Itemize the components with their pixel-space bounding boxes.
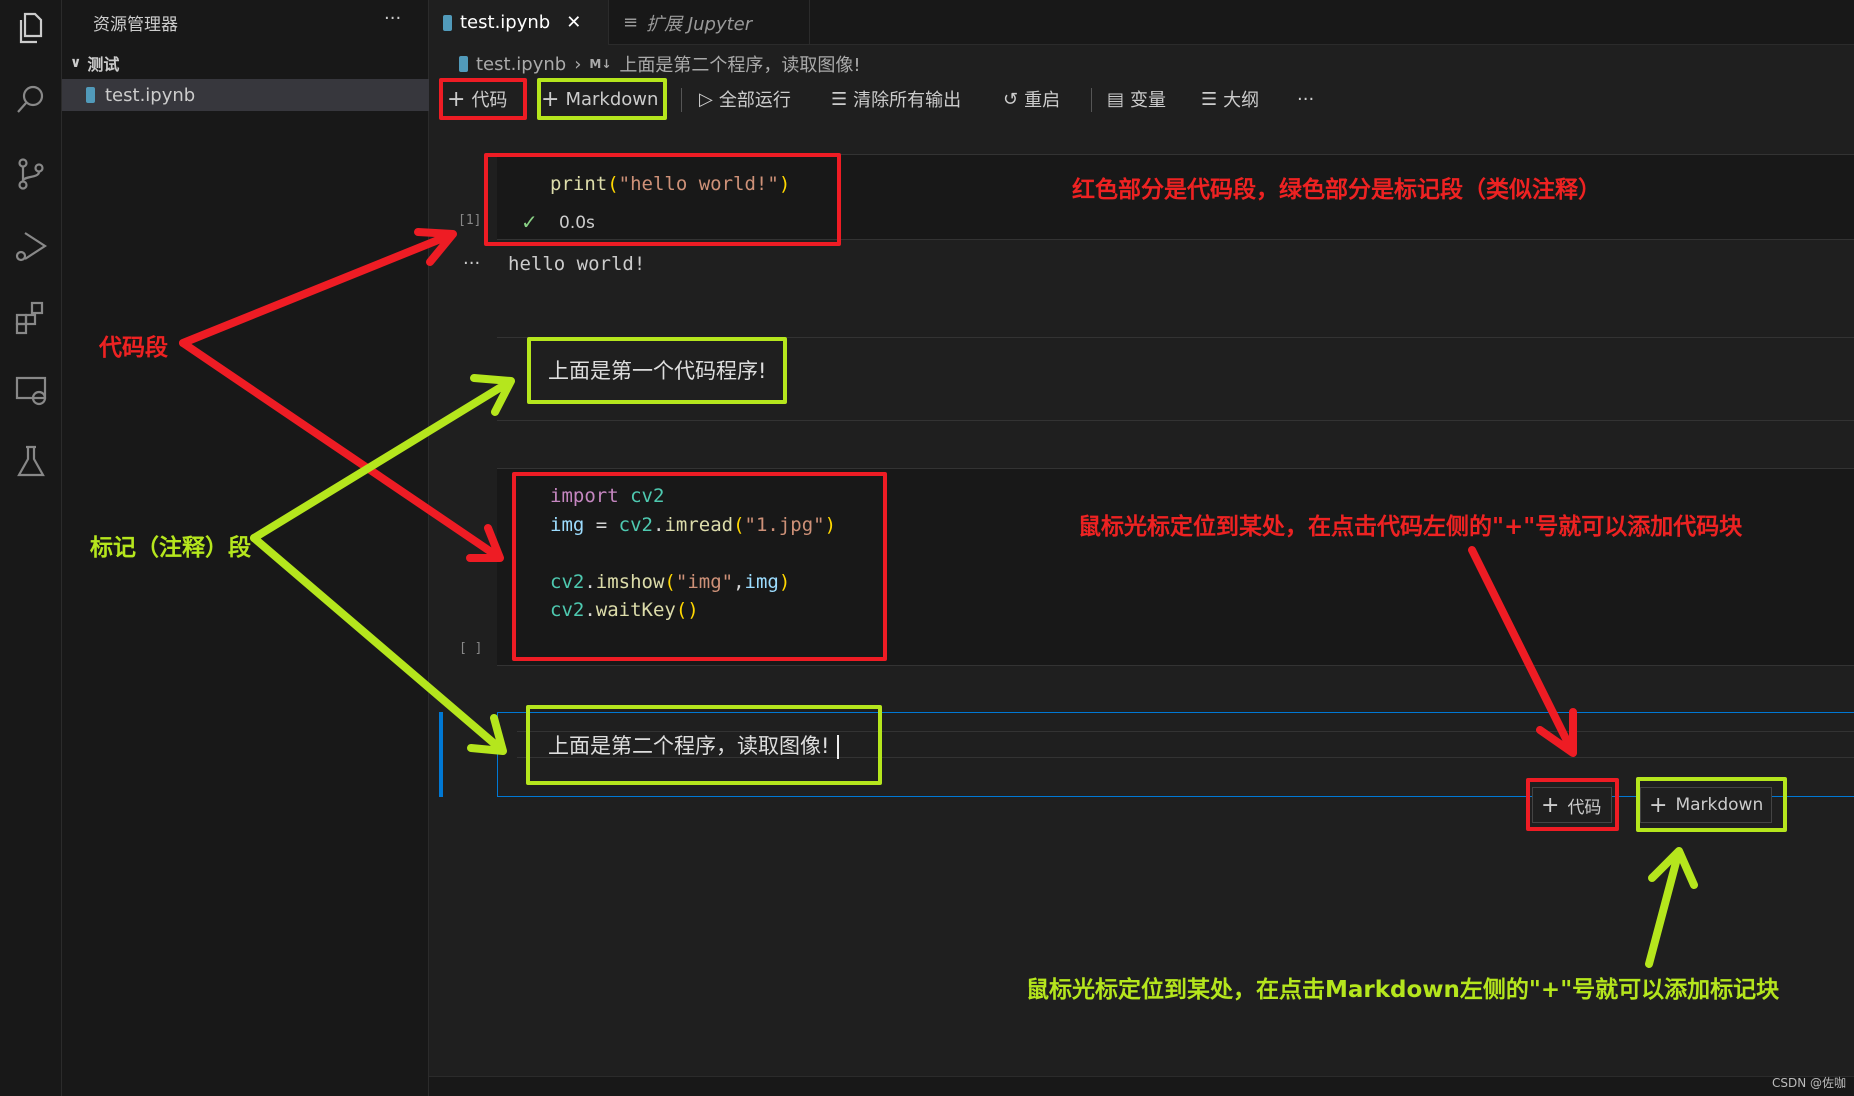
annotation-markdown-hint: 鼠标光标定位到某处，在点击Markdown左侧的"+"号就可以添加标记块 <box>1026 977 1780 1003</box>
annotation-top-note: 红色部分是代码段，绿色部分是标记段（类似注释） <box>1072 177 1601 203</box>
annotation-code-hint: 鼠标光标定位到某处，在点击代码左侧的"+"号就可以添加代码块 <box>1078 514 1743 540</box>
arrow-to-code-cell-1 <box>179 228 457 347</box>
annotation-code-label: 代码段 <box>99 335 168 361</box>
annotation-arrows <box>179 228 1698 968</box>
arrow-to-markdown-cell-1 <box>250 374 515 542</box>
arrow-to-insert-code <box>1468 546 1577 757</box>
arrow-to-insert-markdown <box>1645 847 1698 968</box>
arrow-to-code-cell-2 <box>179 339 504 562</box>
annotation-markdown-label: 标记（注释）段 <box>90 535 251 561</box>
arrow-to-markdown-cell-2 <box>250 534 507 755</box>
